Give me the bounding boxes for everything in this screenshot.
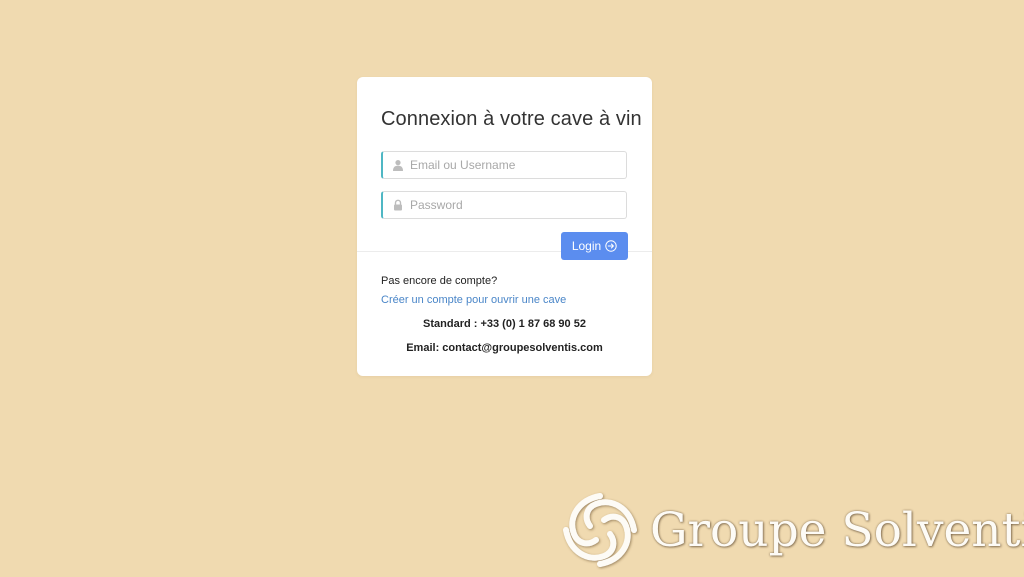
password-field[interactable]	[381, 191, 627, 219]
no-account-text: Pas encore de compte?	[381, 275, 498, 287]
phone-contact: Standard : +33 (0) 1 87 68 90 52	[423, 318, 586, 330]
login-button-label: Login	[571, 239, 602, 253]
login-button[interactable]: Login	[561, 232, 628, 260]
page-title: Connexion à votre cave à vin	[381, 108, 642, 130]
email-field[interactable]	[381, 151, 627, 179]
email-contact: Email: contact@groupesolventis.com	[406, 342, 603, 354]
lock-icon	[394, 199, 402, 211]
email-input[interactable]	[410, 152, 620, 178]
arrow-right-circle-icon	[605, 240, 617, 252]
create-account-link[interactable]: Créer un compte pour ouvrir une cave	[381, 294, 566, 306]
password-input[interactable]	[410, 192, 620, 218]
login-card: Connexion à votre cave à vin Login Pas e…	[357, 77, 652, 376]
user-icon	[393, 160, 403, 171]
solventis-logo-icon	[563, 493, 637, 567]
brand-name: Groupe Solventis	[650, 503, 1024, 558]
